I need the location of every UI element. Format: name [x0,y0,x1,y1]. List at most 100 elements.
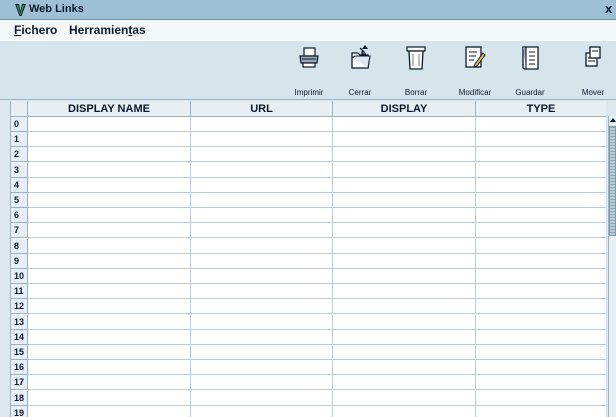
cell-type[interactable] [476,360,606,376]
cell-url[interactable] [191,299,333,315]
row-number[interactable]: 14 [11,329,28,345]
column-header-display-name[interactable]: DISPLAY NAME [28,101,191,117]
cell-display-name[interactable] [28,162,191,178]
table-row[interactable]: 13 [11,314,606,330]
cell-url[interactable] [191,193,333,208]
cell-type[interactable] [476,147,606,163]
row-number[interactable]: 4 [11,177,28,193]
cell-display-name[interactable] [28,390,191,406]
cell-url[interactable] [191,390,333,406]
cell-type[interactable] [476,299,606,315]
table-row[interactable]: 9 [11,253,606,269]
cell-type[interactable] [476,375,606,391]
cell-type[interactable] [476,132,606,148]
cell-display-name[interactable] [28,117,191,132]
cell-type[interactable] [476,193,606,208]
scroll-up-arrow-icon[interactable] [610,118,616,122]
cell-url[interactable] [191,375,333,391]
table-row[interactable]: 6 [11,208,606,224]
cell-display-name[interactable] [28,193,191,208]
cell-display-name[interactable] [28,177,191,193]
table-row[interactable]: 10 [11,269,606,284]
cell-display-name[interactable] [28,238,191,254]
cell-url[interactable] [191,360,333,376]
row-number[interactable]: 18 [11,390,28,406]
table-row[interactable]: 1 [11,132,606,148]
cell-display[interactable] [333,162,476,178]
cell-url[interactable] [191,223,333,239]
table-row[interactable]: 15 [11,345,606,360]
cell-display-name[interactable] [28,405,191,417]
cell-url[interactable] [191,269,333,284]
cell-display[interactable] [333,314,476,330]
row-number[interactable]: 1 [11,132,28,148]
table-row[interactable]: 16 [11,360,606,376]
vertical-scrollbar[interactable] [608,116,616,417]
cell-display[interactable] [333,147,476,163]
column-header-display[interactable]: DISPLAY [333,101,476,117]
cell-type[interactable] [476,330,606,345]
row-number[interactable]: 16 [11,360,28,376]
cell-url[interactable] [191,405,333,417]
cell-display[interactable] [333,375,476,391]
cell-display[interactable] [333,390,476,406]
title-bar[interactable]: Web Links x [0,0,616,20]
table-row[interactable]: 7 [11,223,606,239]
cell-url[interactable] [191,162,333,178]
table-row[interactable]: 0 [11,117,606,132]
menu-herramientas[interactable]: Herramientas [69,23,146,37]
borrar-button[interactable]: Borrar [393,45,439,97]
cell-url[interactable] [191,208,333,224]
row-number[interactable]: 6 [11,208,28,224]
cell-url[interactable] [191,253,333,269]
row-number[interactable]: 19 [11,405,28,417]
cell-type[interactable] [476,254,606,269]
row-number[interactable]: 17 [11,375,28,391]
column-header-url[interactable]: URL [191,101,333,117]
column-header-type[interactable]: TYPE [476,101,606,117]
cell-display[interactable] [333,177,476,193]
cell-display[interactable] [333,223,476,239]
cell-display-name[interactable] [28,314,191,330]
table-row[interactable]: 11 [11,284,606,300]
cell-display-name[interactable] [28,375,191,391]
cell-url[interactable] [191,238,333,254]
cell-display-name[interactable] [28,299,191,315]
row-number[interactable]: 8 [11,238,28,254]
cell-display-name[interactable] [28,223,191,239]
cell-url[interactable] [191,329,333,345]
cerrar-button[interactable]: Cerrar [337,45,383,97]
scroll-thumb[interactable] [609,126,616,236]
cell-display-name[interactable] [28,253,191,269]
table-row[interactable]: 8 [11,238,606,254]
menu-fichero[interactable]: Fichero [14,23,57,37]
cell-display[interactable] [333,208,476,224]
row-number[interactable]: 15 [11,345,28,360]
cell-url[interactable] [191,177,333,193]
cell-url[interactable] [191,314,333,330]
cell-display-name[interactable] [28,147,191,163]
row-number[interactable]: 2 [11,147,28,163]
table-row[interactable]: 2 [11,147,606,163]
cell-type[interactable] [476,269,606,284]
row-number[interactable]: 9 [11,253,28,269]
cell-display[interactable] [333,193,476,208]
cell-display[interactable] [333,360,476,376]
close-button[interactable]: x [605,1,612,16]
cell-display[interactable] [333,405,476,417]
cell-url[interactable] [191,147,333,163]
cell-type[interactable] [476,208,606,224]
row-number[interactable]: 0 [11,117,28,132]
cell-display-name[interactable] [28,360,191,376]
table-row[interactable]: 18 [11,390,606,406]
cell-type[interactable] [476,117,606,132]
cell-url[interactable] [191,345,333,360]
cell-url[interactable] [191,132,333,148]
cell-display-name[interactable] [28,345,191,360]
cell-display[interactable] [333,299,476,315]
row-number[interactable]: 10 [11,269,28,284]
cell-type[interactable] [476,223,606,239]
cell-type[interactable] [476,391,606,406]
cell-type[interactable] [476,239,606,254]
mover-button[interactable]: Mover [574,45,612,97]
